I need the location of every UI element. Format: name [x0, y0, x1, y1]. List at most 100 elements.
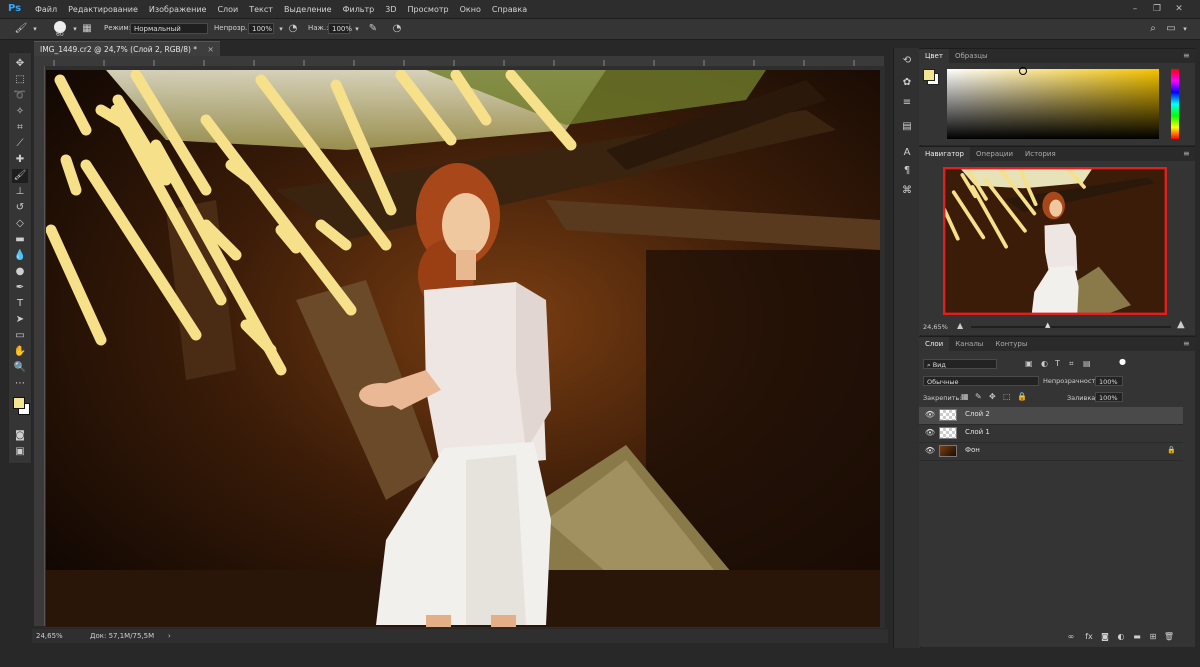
zoom-in-icon[interactable]: ▲ [1177, 319, 1185, 330]
filter-smart-object-icon[interactable]: ▤ [1083, 359, 1091, 368]
zoom-slider-handle[interactable]: ▲ [1045, 321, 1050, 329]
menu-3d[interactable]: 3D [385, 5, 396, 14]
new-layer-icon[interactable]: ⊞ [1147, 631, 1159, 643]
search-icon[interactable]: ⌕ [1146, 22, 1160, 36]
chevron-down-icon[interactable]: ▾ [28, 22, 42, 36]
document-tab[interactable]: IMG_1449.cr2 @ 24,7% (Слой 2, RGB/8) * ✕ [34, 41, 220, 57]
menu-help[interactable]: Справка [492, 5, 527, 14]
filter-adjustment-icon[interactable]: ◐ [1041, 359, 1048, 368]
ruler-vertical[interactable] [34, 66, 45, 626]
navigator-thumbnail[interactable] [943, 167, 1167, 315]
tab-channels[interactable]: Каналы [949, 337, 989, 351]
new-group-icon[interactable]: ▬ [1131, 631, 1143, 643]
pressure-opacity-icon[interactable]: ◔ [286, 22, 300, 36]
adjustment-layer-icon[interactable]: ◐ [1115, 631, 1127, 643]
move-tool-icon[interactable]: ✥ [12, 57, 28, 71]
menu-image[interactable]: Изображение [149, 5, 207, 14]
layer-row[interactable]: 👁 Слой 1 [919, 425, 1183, 443]
navigator-zoom[interactable]: 24,65% [923, 323, 948, 331]
mode-select[interactable]: Нормальный [130, 23, 208, 34]
tab-layers[interactable]: Слои [919, 337, 950, 351]
hand-tool-icon[interactable]: ✋ [12, 345, 28, 359]
lock-position-icon[interactable]: ✥ [989, 392, 996, 401]
document-photo[interactable] [46, 70, 880, 627]
tab-swatches[interactable]: Образцы [949, 49, 994, 63]
properties-icon[interactable]: ▤ [900, 120, 914, 134]
history-panel-icon[interactable]: ⟲ [900, 54, 914, 68]
filter-toggle-icon[interactable]: ● [1119, 357, 1126, 366]
zoom-tool-icon[interactable]: 🔍 [12, 361, 28, 375]
marquee-tool-icon[interactable]: ⬚ [12, 73, 28, 87]
screen-mode-icon[interactable]: ▣ [12, 445, 28, 459]
dodge-tool-icon[interactable]: ● [12, 265, 28, 279]
brush-panel-icon[interactable]: ▦ [80, 22, 94, 36]
visibility-eye-icon[interactable]: 👁 [924, 445, 936, 457]
menu-file[interactable]: Файл [35, 5, 57, 14]
brush-tool-icon[interactable]: 🖌 [12, 169, 28, 183]
blend-mode-select[interactable]: Обычные [923, 376, 1039, 386]
lock-pixels-icon[interactable]: ✎ [975, 392, 982, 401]
rectangle-tool-icon[interactable]: ▭ [12, 329, 28, 343]
character-panel-icon[interactable]: A [900, 146, 914, 160]
chevron-down-icon[interactable]: ▾ [1178, 22, 1192, 36]
tab-navigator[interactable]: Навигатор [919, 147, 970, 161]
lock-all-icon[interactable]: 🔒 [1017, 392, 1027, 401]
close-tab-icon[interactable]: ✕ [207, 45, 213, 54]
menu-layers[interactable]: Слои [217, 5, 238, 14]
tab-history[interactable]: История [1019, 147, 1062, 161]
adjustments-icon[interactable]: ≡ [900, 96, 914, 110]
opacity-input[interactable]: 100% [248, 23, 274, 34]
chevron-right-icon[interactable]: › [168, 629, 171, 643]
blur-tool-icon[interactable]: 💧 [12, 249, 28, 263]
color-field[interactable] [947, 69, 1159, 139]
fx-icon[interactable]: fx [1083, 631, 1095, 643]
layer-opacity-input[interactable]: 100% [1095, 376, 1123, 386]
brush-presets-icon[interactable]: ✿ [900, 76, 914, 90]
link-layers-icon[interactable]: ∞ [1065, 631, 1077, 643]
restore-icon[interactable]: ❐ [1150, 2, 1164, 16]
layer-row[interactable]: 👁 Фон 🔒 [919, 443, 1183, 461]
tab-actions[interactable]: Операции [970, 147, 1019, 161]
tab-color[interactable]: Цвет [919, 49, 949, 63]
layer-filter-select[interactable]: ⌕ Вид [923, 359, 997, 369]
quick-mask-icon[interactable]: ◙ [12, 429, 28, 443]
pressure-input[interactable]: 100% [328, 23, 352, 34]
clone-stamp-tool-icon[interactable]: ⊥ [12, 185, 28, 199]
panel-menu-icon[interactable]: ≡ [1183, 51, 1190, 60]
pen-tool-icon[interactable]: ✒ [12, 281, 28, 295]
healing-tool-icon[interactable]: ✚ [12, 153, 28, 167]
gradient-tool-icon[interactable]: ▬ [12, 233, 28, 247]
layer-fill-input[interactable]: 100% [1095, 392, 1123, 402]
lock-transparency-icon[interactable]: ▦ [961, 392, 969, 401]
menu-filter[interactable]: Фильтр [343, 5, 375, 14]
more-tools-icon[interactable]: ⋯ [12, 377, 28, 391]
layer-row[interactable]: 👁 Слой 2 [919, 407, 1183, 425]
crop-tool-icon[interactable]: ⌗ [12, 121, 28, 135]
menu-edit[interactable]: Редактирование [68, 5, 138, 14]
lasso-tool-icon[interactable]: ➰ [12, 89, 28, 103]
chevron-down-icon[interactable]: ▾ [350, 22, 364, 36]
pressure-size-icon[interactable]: ◔ [390, 22, 404, 36]
panel-menu-icon[interactable]: ≡ [1183, 339, 1190, 348]
eyedropper-tool-icon[interactable]: ⟋ [12, 137, 28, 151]
menu-select[interactable]: Выделение [284, 5, 332, 14]
delete-layer-icon[interactable]: 🗑 [1163, 631, 1175, 643]
close-icon[interactable]: ✕ [1172, 2, 1186, 16]
path-select-tool-icon[interactable]: ➤ [12, 313, 28, 327]
paragraph-panel-icon[interactable]: ¶ [900, 164, 914, 178]
type-tool-icon[interactable]: T [12, 297, 28, 311]
filter-type-icon[interactable]: T [1055, 359, 1060, 368]
foreground-color-swatch[interactable] [13, 397, 25, 409]
glyphs-panel-icon[interactable]: ⌘ [900, 184, 914, 198]
filter-shape-icon[interactable]: ⌗ [1069, 359, 1074, 369]
zoom-out-icon[interactable]: ▲ [957, 321, 963, 330]
history-brush-tool-icon[interactable]: ↺ [12, 201, 28, 215]
airbrush-icon[interactable]: ✎ [366, 22, 380, 36]
panel-menu-icon[interactable]: ≡ [1183, 149, 1190, 158]
foreground-color-swatch[interactable] [923, 69, 935, 81]
brush-tool-icon[interactable]: 🖌 [14, 22, 28, 36]
zoom-readout[interactable]: 24,65% [36, 629, 63, 643]
workspace-icon[interactable]: ▭ [1164, 22, 1178, 36]
layer-mask-icon[interactable]: ◙ [1099, 631, 1111, 643]
tab-paths[interactable]: Контуры [989, 337, 1033, 351]
